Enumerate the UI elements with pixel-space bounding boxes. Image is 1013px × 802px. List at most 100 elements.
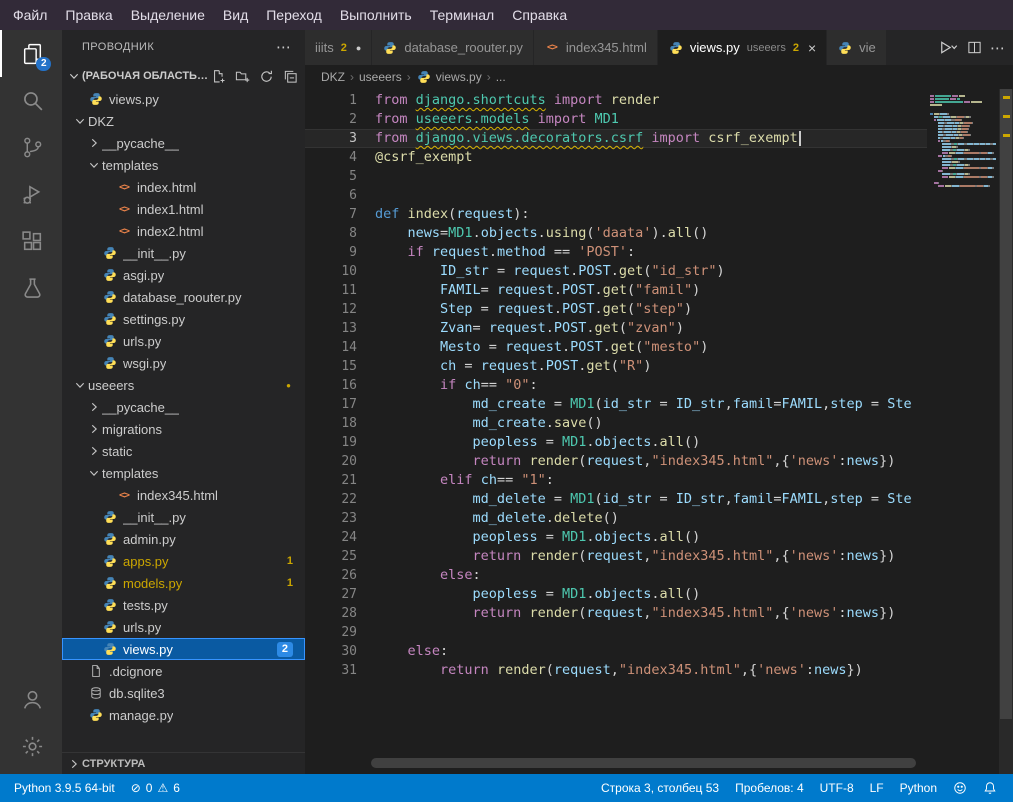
run-python-file-icon[interactable]	[938, 40, 959, 55]
workspace-section-header[interactable]: (РАБОЧАЯ ОБЛАСТЬ) ...	[62, 64, 305, 88]
code-line[interactable]: 15 ch = request.POST.get("R")	[305, 357, 927, 376]
tree-file-index1-html[interactable]: <>index1.html	[62, 198, 305, 220]
tab-views-py[interactable]: views.pyuseeers2×	[658, 30, 827, 65]
outline-section-header[interactable]: СТРУКТУРА	[62, 752, 305, 774]
tree-file-dcignore[interactable]: .dcignore	[62, 660, 305, 682]
code-editor[interactable]: 1from django.shortcuts import render2fro…	[305, 89, 1013, 774]
tree-file-index345-html[interactable]: <>index345.html	[62, 484, 305, 506]
explorer-icon[interactable]: 2	[0, 30, 62, 77]
breadcrumb-useeers[interactable]: useeers	[359, 70, 402, 84]
tree-file-asgi-py[interactable]: asgi.py	[62, 264, 305, 286]
code-line[interactable]: 18 md_create.save()	[305, 414, 927, 433]
split-editor-icon[interactable]	[967, 40, 982, 55]
code-line[interactable]: 31 return render(request,"index345.html"…	[305, 661, 927, 680]
status-eol[interactable]: LF	[862, 774, 892, 802]
status-encoding[interactable]: UTF-8	[812, 774, 862, 802]
code-line[interactable]: 25 return render(request,"index345.html"…	[305, 547, 927, 566]
code-line[interactable]: 30 else:	[305, 642, 927, 661]
code-line[interactable]: 13 Zvan= request.POST.get("zvan")	[305, 319, 927, 338]
tree-file-wsgi-py[interactable]: wsgi.py	[62, 352, 305, 374]
breadcrumb-views-py[interactable]: views.py	[416, 69, 482, 85]
accounts-icon[interactable]	[0, 676, 62, 723]
code-line[interactable]: 28 return render(request,"index345.html"…	[305, 604, 927, 623]
status-indentation[interactable]: Пробелов: 4	[727, 774, 812, 802]
tab-vie[interactable]: vie	[827, 30, 887, 65]
search-icon[interactable]	[0, 77, 62, 124]
tree-file-settings-py[interactable]: settings.py	[62, 308, 305, 330]
code-line[interactable]: 7def index(request):	[305, 205, 927, 224]
code-line[interactable]: 11 FAMIL= request.POST.get("famil")	[305, 281, 927, 300]
code-line[interactable]: 4@csrf_exempt	[305, 148, 927, 167]
code-line[interactable]: 27 peopless = MD1.objects.all()	[305, 585, 927, 604]
status-language-mode[interactable]: Python	[892, 774, 945, 802]
testing-icon[interactable]	[0, 265, 62, 312]
tree-folder-templates[interactable]: templates	[62, 462, 305, 484]
refresh-explorer-icon[interactable]	[257, 67, 275, 85]
menu-selection[interactable]: Выделение	[122, 2, 214, 28]
status-cursor-position[interactable]: Строка 3, столбец 53	[593, 774, 727, 802]
tree-file-database-roouter-py[interactable]: database_roouter.py	[62, 286, 305, 308]
tree-file-init-py[interactable]: __init__.py	[62, 242, 305, 264]
code-line[interactable]: 19 peopless = MD1.objects.all()	[305, 433, 927, 452]
code-line[interactable]: 24 peopless = MD1.objects.all()	[305, 528, 927, 547]
source-control-icon[interactable]	[0, 124, 62, 171]
more-editor-actions-icon[interactable]: ⋯	[990, 39, 1005, 57]
more-actions-icon[interactable]: ⋯	[276, 38, 291, 56]
tree-file-db-sqlite3[interactable]: db.sqlite3	[62, 682, 305, 704]
menu-file[interactable]: Файл	[4, 2, 56, 28]
code-line[interactable]: 26 else:	[305, 566, 927, 585]
menu-help[interactable]: Справка	[503, 2, 576, 28]
tab-iiits[interactable]: iiits2●	[305, 30, 372, 65]
tree-file-urls-py[interactable]: urls.py	[62, 330, 305, 352]
tab-database-roouter-py[interactable]: database_roouter.py	[372, 30, 534, 65]
code-line[interactable]: 2from useeers.models import MD1	[305, 110, 927, 129]
vertical-scrollbar[interactable]	[999, 89, 1013, 774]
manage-icon[interactable]	[0, 723, 62, 770]
extensions-icon[interactable]	[0, 218, 62, 265]
menu-terminal[interactable]: Терминал	[421, 2, 503, 28]
minimap[interactable]	[927, 93, 999, 190]
tab-index345-html[interactable]: <>index345.html	[534, 30, 658, 65]
tree-file-urls-py[interactable]: urls.py	[62, 616, 305, 638]
close-icon[interactable]: ×	[808, 41, 816, 55]
code-line[interactable]: 9 if request.method == 'POST':	[305, 243, 927, 262]
code-line[interactable]: 1from django.shortcuts import render	[305, 91, 927, 110]
tree-file-views-py[interactable]: views.py	[62, 88, 305, 110]
tree-folder-dkz[interactable]: DKZ	[62, 110, 305, 132]
tree-file-init-py[interactable]: __init__.py	[62, 506, 305, 528]
code-line[interactable]: 10 ID_str = request.POST.get("id_str")	[305, 262, 927, 281]
run-and-debug-icon[interactable]	[0, 171, 62, 218]
status-python-interpreter[interactable]: Python 3.9.5 64-bit	[6, 774, 123, 802]
menu-run[interactable]: Выполнить	[331, 2, 421, 28]
menu-view[interactable]: Вид	[214, 2, 257, 28]
breadcrumb-item[interactable]: ...	[496, 70, 506, 84]
code-line[interactable]: 14 Mesto = request.POST.get("mesto")	[305, 338, 927, 357]
code-line[interactable]: 22 md_delete = MD1(id_str = ID_str,famil…	[305, 490, 927, 509]
code-line[interactable]: 17 md_create = MD1(id_str = ID_str,famil…	[305, 395, 927, 414]
status-feedback[interactable]	[945, 774, 975, 802]
code-line[interactable]: 6	[305, 186, 927, 205]
tree-file-index2-html[interactable]: <>index2.html	[62, 220, 305, 242]
tree-file-index-html[interactable]: <>index.html	[62, 176, 305, 198]
tree-file-manage-py[interactable]: manage.py	[62, 704, 305, 726]
tree-folder-pycache[interactable]: __pycache__	[62, 132, 305, 154]
tree-folder-migrations[interactable]: migrations	[62, 418, 305, 440]
code-line[interactable]: 12 Step = request.POST.get("step")	[305, 300, 927, 319]
tree-file-views-py[interactable]: views.py2	[62, 638, 305, 660]
code-line[interactable]: 29	[305, 623, 927, 642]
horizontal-scrollbar-thumb[interactable]	[371, 758, 916, 768]
tree-file-admin-py[interactable]: admin.py	[62, 528, 305, 550]
vertical-scrollbar-thumb[interactable]	[1000, 89, 1012, 719]
tree-folder-pycache[interactable]: __pycache__	[62, 396, 305, 418]
tree-file-tests-py[interactable]: tests.py	[62, 594, 305, 616]
code-line[interactable]: 3from django.views.decorators.csrf impor…	[305, 129, 927, 148]
menu-edit[interactable]: Правка	[56, 2, 121, 28]
new-file-icon[interactable]	[209, 67, 227, 85]
menu-go[interactable]: Переход	[257, 2, 331, 28]
tree-folder-static[interactable]: static	[62, 440, 305, 462]
code-line[interactable]: 20 return render(request,"index345.html"…	[305, 452, 927, 471]
tree-folder-templates[interactable]: templates	[62, 154, 305, 176]
code-line[interactable]: 21 elif ch== "1":	[305, 471, 927, 490]
tree-file-models-py[interactable]: models.py1	[62, 572, 305, 594]
tree-file-apps-py[interactable]: apps.py1	[62, 550, 305, 572]
